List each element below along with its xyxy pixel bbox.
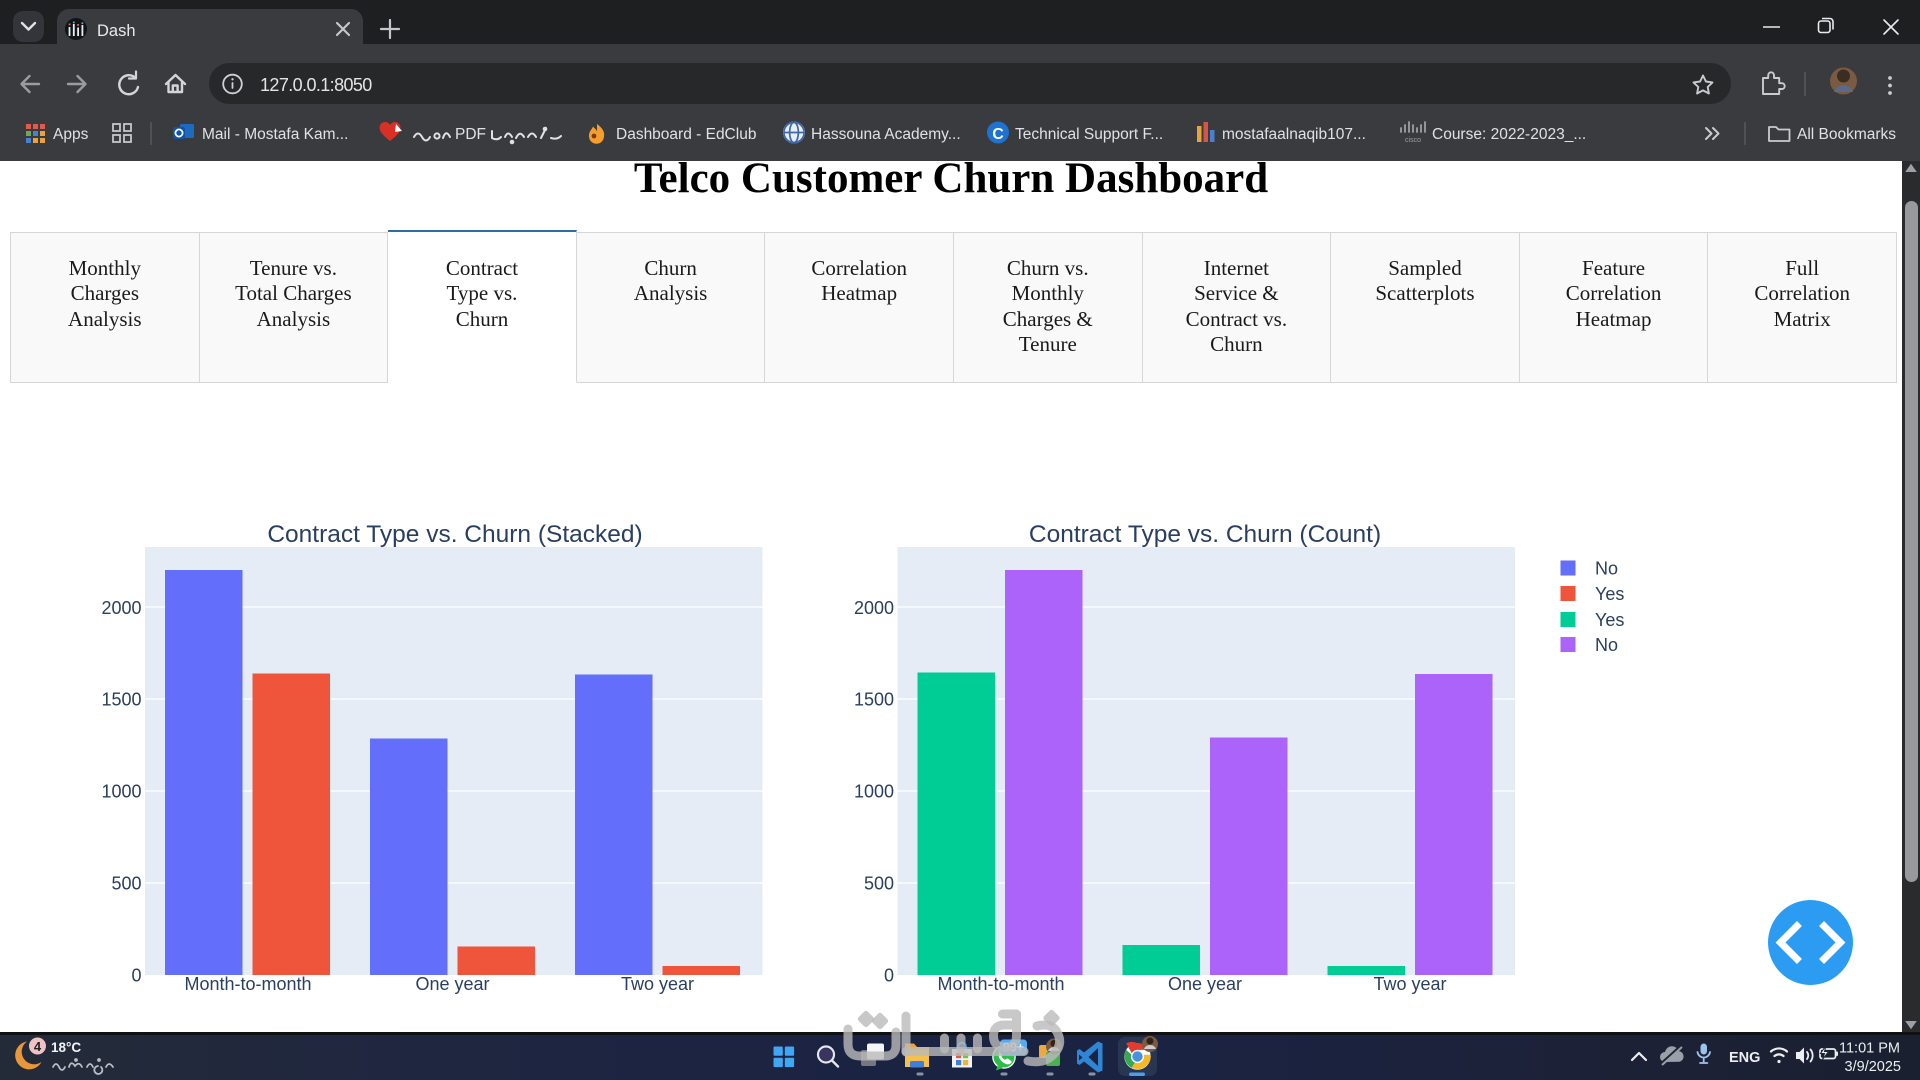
svg-text:2000: 2000 <box>854 598 894 618</box>
svg-text:PDF: PDF <box>455 126 486 143</box>
svg-text:0: 0 <box>131 966 141 986</box>
svg-text:mostafaalnaqib107...: mostafaalnaqib107... <box>1222 126 1366 143</box>
svg-text:0: 0 <box>884 966 894 986</box>
svg-text:500: 500 <box>864 874 894 894</box>
svg-text:2000: 2000 <box>101 598 141 618</box>
svg-text:Dashboard - EdClub: Dashboard - EdClub <box>616 126 756 143</box>
svg-text:11:01 PM: 11:01 PM <box>1839 1041 1900 1057</box>
svg-text:1000: 1000 <box>101 782 141 802</box>
svg-text:Two year: Two year <box>1373 974 1446 994</box>
svg-text:1500: 1500 <box>854 690 894 710</box>
svg-text:3/9/2025: 3/9/2025 <box>1845 1059 1901 1075</box>
svg-text:18°C: 18°C <box>51 1040 81 1055</box>
svg-text:1000: 1000 <box>854 782 894 802</box>
svg-text:No: No <box>1595 635 1618 655</box>
svg-text:Course: 2022-2023_...: Course: 2022-2023_... <box>1432 126 1586 143</box>
svg-text:Two year: Two year <box>621 974 694 994</box>
svg-text:Apps: Apps <box>53 126 89 143</box>
svg-text:500: 500 <box>111 874 141 894</box>
svg-text:1500: 1500 <box>101 690 141 710</box>
svg-text:Hassouna Academy...: Hassouna Academy... <box>811 126 961 143</box>
svg-text:Yes: Yes <box>1595 610 1624 630</box>
svg-text:Technical Support F...: Technical Support F... <box>1015 126 1163 143</box>
svg-text:Yes: Yes <box>1595 584 1624 604</box>
svg-text:Dash: Dash <box>97 22 136 40</box>
svg-text:All Bookmarks: All Bookmarks <box>1797 126 1896 143</box>
svg-text:One year: One year <box>415 974 489 994</box>
svg-text:ENG: ENG <box>1729 1050 1760 1066</box>
svg-text:C: C <box>992 126 1004 143</box>
svg-text:4: 4 <box>34 1039 42 1054</box>
svg-text:Month-to-month: Month-to-month <box>937 974 1064 994</box>
svg-text:Contract Type vs. Churn (Stack: Contract Type vs. Churn (Stacked) <box>267 521 642 548</box>
svg-text:cisco: cisco <box>1405 137 1421 144</box>
svg-text:Month-to-month: Month-to-month <box>184 974 311 994</box>
svg-text:No: No <box>1595 559 1618 579</box>
svg-text:One year: One year <box>1168 974 1242 994</box>
svg-text:127.0.0.1:8050: 127.0.0.1:8050 <box>260 75 372 95</box>
svg-text:Contract Type vs. Churn (Count: Contract Type vs. Churn (Count) <box>1029 521 1381 548</box>
svg-text:Mail - Mostafa Kam...: Mail - Mostafa Kam... <box>202 126 348 143</box>
